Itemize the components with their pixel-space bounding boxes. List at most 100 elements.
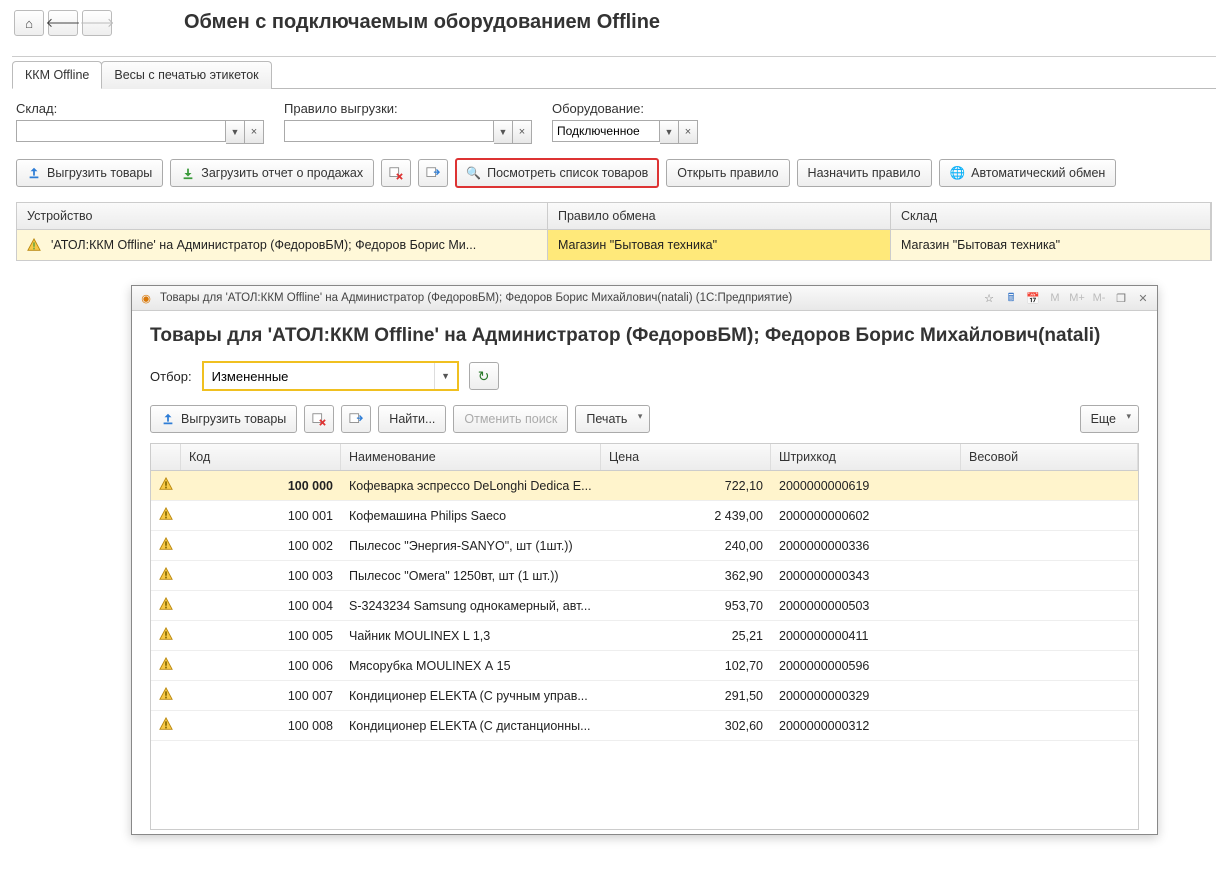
warning-icon [159,567,173,584]
refresh-button[interactable]: ↻ [469,362,499,390]
cell-name: Чайник MOULINEX L 1,3 [341,629,601,643]
warning-icon [159,597,173,614]
cell-price: 953,70 [601,599,771,613]
col-icon[interactable] [151,444,181,470]
view-list-button[interactable]: 🔍 Посмотреть список товаров [455,158,659,188]
product-row[interactable]: 100 000Кофеварка эспрессо DeLonghi Dedic… [151,471,1138,501]
filter-select[interactable] [204,363,434,389]
upload-icon [161,412,175,426]
favorite-icon[interactable]: ☆ [981,290,997,306]
cell-barcode: 2000000000596 [771,659,961,673]
m-minus-icon[interactable]: M- [1091,290,1107,306]
cell-price: 102,70 [601,659,771,673]
auto-exchange-button[interactable]: 🌐 Автоматический обмен [939,159,1117,187]
cell-code: 100 005 [181,629,341,643]
modal-delete-button[interactable] [304,405,334,433]
product-row[interactable]: 100 008Кондиционер ELEKTA (С дистанционн… [151,711,1138,741]
cell-code: 100 004 [181,599,341,613]
product-row[interactable]: 100 003Пылесос "Омега" 1250вт, шт (1 шт.… [151,561,1138,591]
cell-code: 100 003 [181,569,341,583]
col-barcode[interactable]: Штрихкод [771,444,961,470]
table-delete-icon [389,166,403,180]
cell-name: Кондиционер ELEKTA (С дистанционны... [341,719,601,733]
cell-name: Кофемашина Philips Saeco [341,509,601,523]
cell-code: 100 007 [181,689,341,703]
m-icon[interactable]: M [1047,290,1063,306]
modal-titlebar-text: Товары для 'АТОЛ:ККМ Offline' на Админис… [160,292,975,304]
warning-icon [159,537,173,554]
product-row[interactable]: 100 006Мясорубка MOULINEX А 15102,702000… [151,651,1138,681]
product-row[interactable]: 100 005Чайник MOULINEX L 1,325,212000000… [151,621,1138,651]
modal-export-file-button[interactable] [341,405,371,433]
col-name[interactable]: Наименование [341,444,601,470]
export-file-button[interactable] [418,159,448,187]
cell-price: 722,10 [601,479,771,493]
table-export-icon [349,412,363,426]
col-code[interactable]: Код [181,444,341,470]
cell-barcode: 2000000000329 [771,689,961,703]
rule-dropdown-icon[interactable]: ▼ [494,120,513,144]
col-warehouse[interactable]: Склад [891,203,1211,229]
product-row[interactable]: 100 007Кондиционер ELEKTA (С ручным упра… [151,681,1138,711]
export-goods-button[interactable]: Выгрузить товары [16,159,163,187]
cell-barcode: 2000000000336 [771,539,961,553]
more-button[interactable]: Еще [1080,405,1139,433]
warehouse-input[interactable] [16,120,226,142]
cell-barcode: 2000000000602 [771,509,961,523]
m-plus-icon[interactable]: M+ [1069,290,1085,306]
tab-scales[interactable]: Весы с печатью этикеток [101,61,271,89]
rule-clear-icon[interactable]: × [513,120,532,144]
warning-icon [159,477,173,494]
delete-button[interactable] [381,159,411,187]
rule-label: Правило выгрузки: [284,101,532,116]
goods-modal: ◉ Товары для 'АТОЛ:ККМ Offline' на Админ… [131,285,1158,835]
cell-code: 100 002 [181,539,341,553]
col-device[interactable]: Устройство [17,203,548,229]
products-grid: Код Наименование Цена Штрихкод Весовой 1… [150,443,1139,830]
modal-export-button[interactable]: Выгрузить товары [150,405,297,433]
print-button[interactable]: Печать [575,405,650,433]
cell-name: Пылесос "Омега" 1250вт, шт (1 шт.)) [341,569,601,583]
equipment-clear-icon[interactable]: × [679,120,698,144]
rule-input[interactable] [284,120,494,142]
tab-kkm-offline[interactable]: ККМ Offline [12,61,102,89]
warning-icon [159,507,173,524]
forward-button[interactable]: 🡒 [82,10,112,36]
col-rule[interactable]: Правило обмена [548,203,891,229]
calendar-icon[interactable]: 📅 [1025,290,1041,306]
app-icon: ◉ [138,290,154,306]
warehouse-clear-icon[interactable]: × [245,120,264,144]
table-delete-icon [312,412,326,426]
col-weight[interactable]: Весовой [961,444,1138,470]
window-restore-icon[interactable]: ❐ [1113,290,1129,306]
cell-price: 2 439,00 [601,509,771,523]
globe-icon: 🌐 [950,166,966,181]
cancel-search-button[interactable]: Отменить поиск [453,405,568,433]
cell-name: Пылесос "Энергия-SANYO", шт (1шт.)) [341,539,601,553]
cell-barcode: 2000000000312 [771,719,961,733]
product-row[interactable]: 100 001Кофемашина Philips Saeco2 439,002… [151,501,1138,531]
filter-label: Отбор: [150,369,192,384]
home-button[interactable]: ⌂ [14,10,44,36]
product-row[interactable]: 100 004S-3243234 Samsung однокамерный, а… [151,591,1138,621]
assign-rule-button[interactable]: Назначить правило [797,159,932,187]
cell-code: 100 001 [181,509,341,523]
back-button[interactable]: 🡐 [48,10,78,36]
filter-dropdown-icon[interactable]: ▼ [434,363,457,389]
warehouse-dropdown-icon[interactable]: ▼ [226,120,245,144]
equipment-dropdown-icon[interactable]: ▼ [660,120,679,144]
load-report-button[interactable]: Загрузить отчет о продажах [170,159,374,187]
col-price[interactable]: Цена [601,444,771,470]
find-button[interactable]: Найти... [378,405,446,433]
refresh-icon: ↻ [478,368,490,385]
warning-icon [159,687,173,704]
calc-icon[interactable]: 🖩 [1003,290,1019,306]
search-icon: 🔍 [466,166,481,180]
close-icon[interactable]: ✕ [1135,290,1151,306]
open-rule-button[interactable]: Открыть правило [666,159,789,187]
product-row[interactable]: 100 002Пылесос "Энергия-SANYO", шт (1шт.… [151,531,1138,561]
cell-name: Мясорубка MOULINEX А 15 [341,659,601,673]
equipment-input[interactable] [552,120,660,142]
cell-code: 100 008 [181,719,341,733]
device-row[interactable]: 'АТОЛ:ККМ Offline' на Администратор (Фед… [17,230,1211,260]
